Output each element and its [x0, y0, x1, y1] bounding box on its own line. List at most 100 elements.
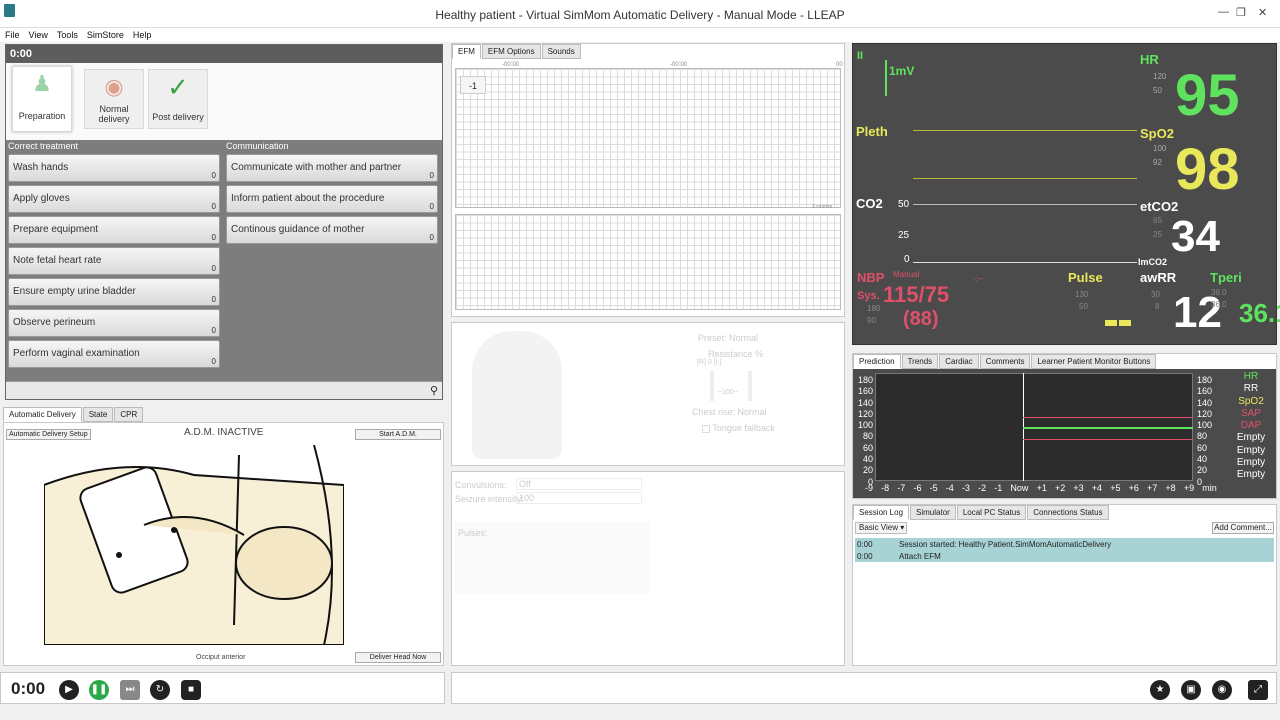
prediction-panel: Prediction Trends Cardiac Comments Learner P… — [852, 353, 1277, 499]
communicate-button[interactable]: Communicate with mother and partner 0 — [226, 154, 438, 182]
patient-monitor: II 1mV HR 120 50 95 Pleth SpO2 100 92 98… — [852, 43, 1280, 345]
close-button[interactable]: ✕ — [1258, 6, 1267, 19]
menu-view[interactable]: View — [24, 28, 52, 40]
resistance-left-slider[interactable] — [710, 371, 714, 401]
add-comment-button[interactable]: Add Comment... — [1212, 522, 1274, 534]
phase-label: Normal delivery — [98, 104, 130, 124]
minimize-button[interactable]: — — [1218, 6, 1229, 18]
log-time: 0:00 — [857, 552, 873, 561]
note-fetal-heart-rate-button[interactable]: Note fetal heart rate 0 — [8, 247, 220, 275]
lungs-figure-icon — [472, 331, 562, 459]
legend-item: Empty — [1236, 432, 1266, 444]
axis-tick-label: 40 — [1197, 454, 1208, 465]
preset-value[interactable]: Normal — [729, 333, 758, 343]
tab-local-pc-status[interactable]: Local PC Status — [956, 505, 1027, 520]
pulse-low-limit: 50 — [1079, 302, 1088, 311]
star-icon[interactable]: ★ — [1150, 680, 1170, 700]
tab-trends[interactable]: Trends — [901, 354, 939, 369]
menu-help[interactable]: Help — [128, 28, 156, 40]
tab-efm[interactable]: EFM — [452, 44, 481, 59]
tab-cpr[interactable]: CPR — [114, 407, 144, 422]
chest-rise-value[interactable]: Normal — [738, 407, 767, 417]
log-text: Session started: Healthy Patient.SimMomA… — [899, 540, 1112, 549]
maximize-button[interactable]: ❐ — [1236, 6, 1246, 19]
axis-tick-label: 160 — [857, 386, 873, 397]
tab-comments[interactable]: Comments — [979, 354, 1031, 369]
action-count: 0 — [211, 233, 216, 242]
tab-automatic-delivery[interactable]: Automatic Delivery — [3, 407, 82, 422]
action-count: 0 — [429, 171, 434, 180]
spo2-high-limit: 100 — [1153, 144, 1167, 153]
resistance-right-slider[interactable] — [748, 371, 752, 401]
playback-bar: 0:00 ▶ ❚❚ ⏭ ↻ ■ — [0, 672, 445, 704]
breathing-panel: Preset: Normal Resistance % [R] 0 [L] ~1… — [451, 322, 845, 466]
toco-trace-grid — [455, 214, 841, 310]
seizure-intensity-input[interactable]: 100 — [516, 492, 642, 504]
continous-guidance-button[interactable]: Continous guidance of mother 0 — [226, 216, 438, 244]
tab-efm-options[interactable]: EFM Options — [481, 44, 541, 59]
play-icon[interactable]: ▶ — [59, 680, 79, 700]
axis-tick-label: 40 — [862, 454, 873, 465]
ensure-empty-bladder-button[interactable]: Ensure empty urine bladder 0 — [8, 278, 220, 306]
tab-sounds[interactable]: Sounds — [541, 44, 581, 59]
awrr-low-limit: 8 — [1155, 302, 1160, 311]
search-icon[interactable]: ⚲ — [430, 384, 438, 397]
tab-session-log[interactable]: Session Log — [853, 505, 910, 520]
adm-setup-button[interactable]: Automatic Delivery Setup — [6, 429, 91, 440]
apply-gloves-button[interactable]: Apply gloves 0 — [8, 185, 220, 213]
baby-icon: ◉ — [104, 74, 124, 99]
axis-tick-label: 120 — [1197, 408, 1213, 419]
phase-preparation[interactable]: ♟ Preparation — [12, 66, 72, 132]
axis-tick-label: 180 — [1197, 375, 1213, 385]
fullscreen-icon[interactable]: ⤢ — [1248, 680, 1268, 700]
efm-minus-button[interactable]: -1 — [460, 76, 486, 94]
prepare-equipment-button[interactable]: Prepare equipment 0 — [8, 216, 220, 244]
tab-prediction[interactable]: Prediction — [853, 354, 901, 369]
axis-tick-label: +4 — [1091, 483, 1103, 493]
event-search-bar[interactable]: ⚲ — [6, 381, 442, 399]
adm-panel: Automatic Delivery State CPR Automatic Del… — [3, 407, 444, 666]
axis-tick-label: +8 — [1165, 483, 1176, 493]
axis-tick-label: -3 — [961, 483, 970, 493]
observe-perineum-button[interactable]: Observe perineum 0 — [8, 309, 220, 337]
tab-state[interactable]: State — [82, 407, 114, 422]
phase-normal-delivery[interactable]: ◉ Normal delivery — [84, 69, 144, 129]
pulse-label: Pulse — [1068, 270, 1103, 285]
menu-file[interactable]: File — [0, 28, 24, 40]
spo2-value: 98 — [1175, 137, 1240, 202]
view-select[interactable]: Basic View ▾ — [855, 522, 907, 534]
deliver-head-button[interactable]: Deliver Head Now — [355, 652, 441, 663]
hr-value: 95 — [1175, 63, 1240, 128]
convulsions-select[interactable]: Off — [516, 478, 642, 490]
hr-label: HR — [1140, 52, 1159, 67]
inform-patient-button[interactable]: Inform patient about the procedure 0 — [226, 185, 438, 213]
nbp-high-limit: 180 — [867, 304, 881, 313]
phase-label: Post delivery — [152, 112, 204, 122]
menu-simstore[interactable]: SimStore — [82, 28, 128, 40]
tab-cardiac[interactable]: Cardiac — [939, 354, 979, 369]
restart-icon[interactable]: ↻ — [150, 680, 170, 700]
tab-simulator[interactable]: Simulator — [910, 505, 956, 520]
menu-tools[interactable]: Tools — [52, 28, 82, 40]
vaginal-examination-button[interactable]: Perform vaginal examination 0 — [8, 340, 220, 368]
wash-hands-button[interactable]: Wash hands 0 — [8, 154, 220, 182]
action-count: 0 — [211, 295, 216, 304]
pause-icon[interactable]: ❚❚ — [89, 680, 109, 700]
axis-tick-label: -8 — [881, 483, 890, 493]
phase-post-delivery[interactable]: ✓ Post delivery — [148, 69, 208, 129]
ecg-scale: 1mV — [889, 64, 915, 78]
start-adm-button[interactable]: Start A.D.M. — [355, 429, 441, 440]
stop-icon[interactable]: ■ — [181, 680, 201, 700]
skip-icon[interactable]: ⏭ — [120, 680, 140, 700]
tongue-fallback-checkbox[interactable] — [702, 424, 710, 433]
tab-learner-buttons[interactable]: Learner Patient Monitor Buttons — [1031, 354, 1157, 369]
axis-tick-label: -7 — [897, 483, 906, 493]
action-label: Wash hands — [13, 162, 69, 173]
spo2-low-limit: 92 — [1153, 158, 1162, 167]
tab-connections-status[interactable]: Connections Status — [1027, 505, 1109, 520]
log-row[interactable]: 0:00 Attach EFM — [855, 550, 1274, 562]
ecg-lead: II — [857, 50, 864, 62]
chat-icon[interactable]: ◉ — [1212, 680, 1232, 700]
log-row[interactable]: 0:00 Session started: Healthy Patient.Sim… — [855, 538, 1274, 550]
video-camera-icon[interactable]: ▣ — [1181, 680, 1201, 700]
